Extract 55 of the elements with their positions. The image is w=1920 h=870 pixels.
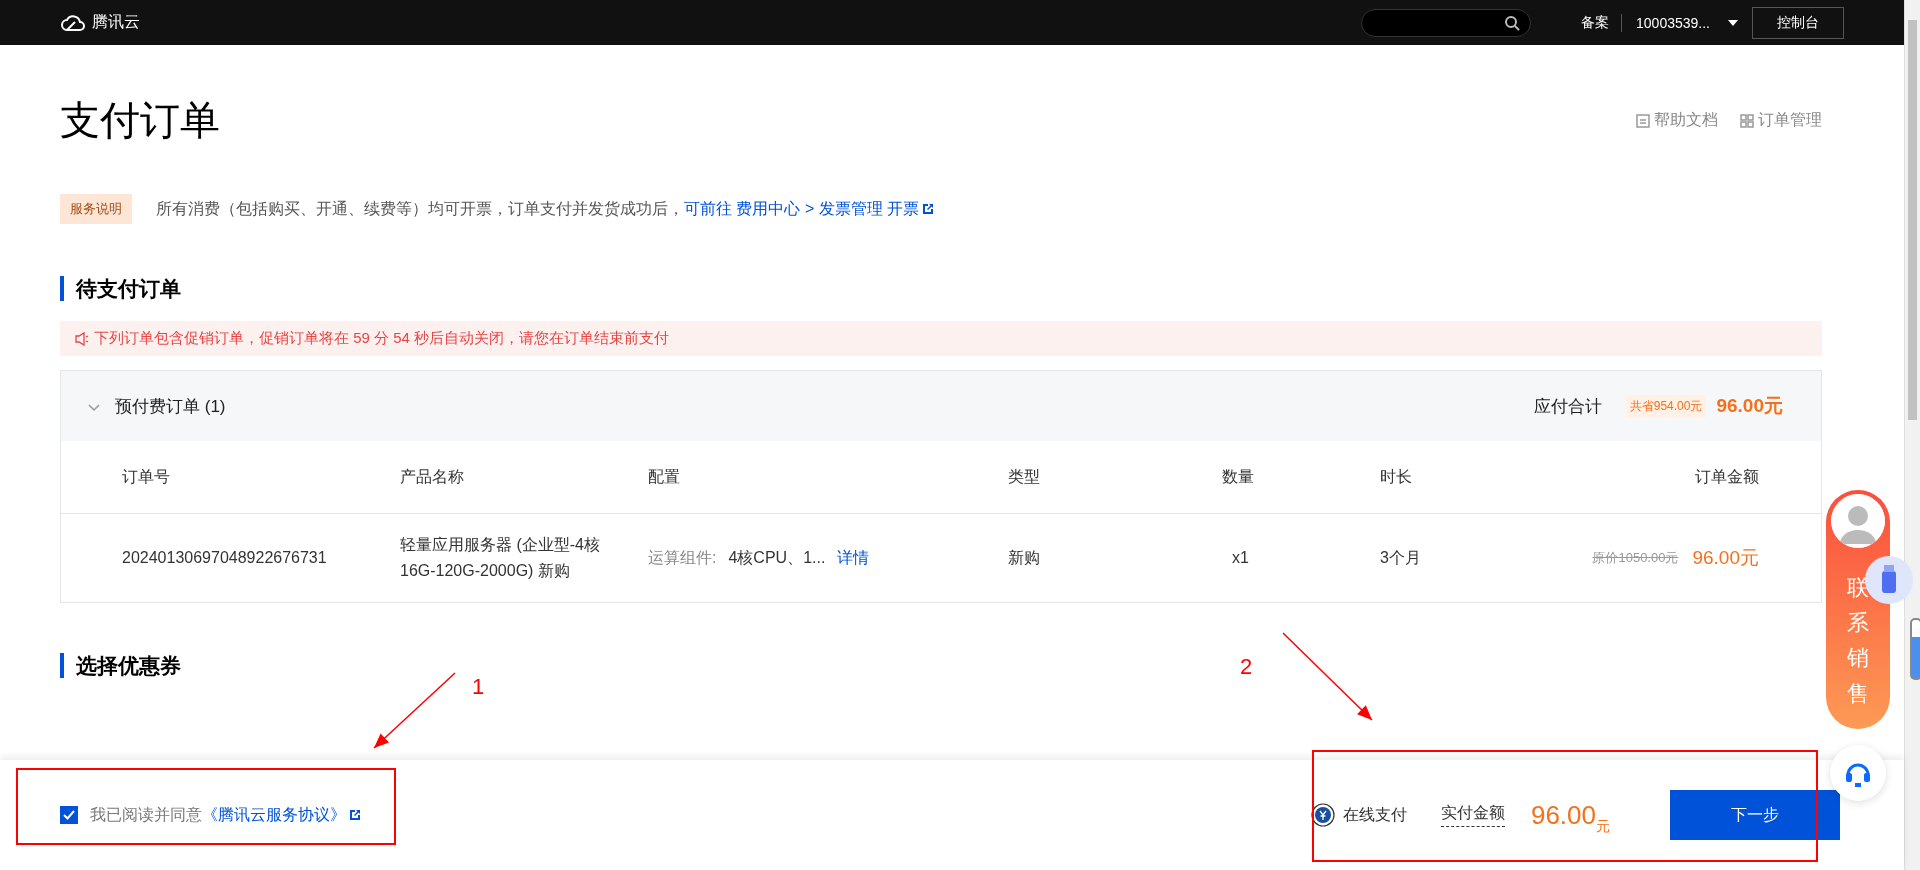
quantity: x1 (1231, 549, 1250, 567)
grid-icon[interactable] (1740, 113, 1754, 128)
annotation-number: 1 (472, 674, 485, 700)
caret-icon[interactable] (1728, 19, 1738, 26)
speaker-icon (74, 330, 90, 347)
column-header: 数量 (1221, 466, 1255, 487)
next-step-button[interactable]: 下一步 (1670, 790, 1840, 840)
search-field[interactable] (1361, 8, 1532, 37)
account-name[interactable]: 10003539... (1636, 14, 1710, 31)
column-header: 订单号 (122, 466, 171, 487)
config-value: 4核CPU、1... (728, 547, 826, 568)
pay-amount: 96.00 (1530, 799, 1596, 831)
total-label: 应付合计 (1533, 395, 1602, 418)
cloud-logo-icon[interactable] (60, 13, 86, 32)
page-title: 支付订单 (60, 97, 221, 144)
savings-tag: 共省954.00元 (1625, 394, 1707, 418)
header-link[interactable]: 订单管理 (1758, 110, 1822, 131)
agreement-link[interactable]: 《腾讯云服务协议》 (202, 804, 346, 826)
avatar-icon (1831, 494, 1885, 548)
details-link[interactable]: 详情 (837, 547, 870, 569)
section-heading: 待支付订单 (60, 276, 1822, 301)
order-amount: 96.00元 (1692, 546, 1759, 570)
agreement-checkbox[interactable] (60, 806, 78, 824)
scroll-indicator[interactable] (1910, 618, 1920, 680)
duration: 3个月 (1379, 547, 1422, 568)
agreement-text: 我已阅读并同意 (90, 804, 202, 825)
column-header: 产品名称 (400, 466, 465, 487)
payment-method: 在线支付 (1342, 804, 1407, 825)
amount-label: 实付金额 (1440, 803, 1505, 827)
external-link-icon[interactable] (349, 809, 361, 821)
currency: 元 (1596, 818, 1610, 836)
nav-link[interactable]: 备案 (1569, 13, 1623, 32)
service-note-text: 所有消费（包括购买、开通、续费等）均可开票，订单支付并发货成功后， (156, 198, 684, 219)
order-group-title[interactable]: 预付费订单 (1) (115, 394, 1534, 418)
scrollbar-thumb[interactable] (1908, 20, 1917, 420)
column-header: 订单金额 (1695, 466, 1759, 487)
service-tag: 服务说明 (60, 194, 132, 224)
order-type: 新购 (1008, 547, 1041, 568)
product-name: 轻量应用服务器 (企业型-4核16G-120G-2000G) 新购 (400, 535, 601, 581)
alert-text: 下列订单包含促销订单，促销订单将在 59 分 54 秒后自动关闭，请您在订单结束前支付 (94, 329, 670, 348)
column-header: 配置 (648, 466, 681, 487)
order-number: 20240130697048922676731 (122, 549, 328, 567)
column-header: 时长 (1379, 466, 1413, 487)
logo-text[interactable]: 腾讯云 (92, 12, 140, 33)
invoice-link[interactable]: 可前往 费用中心 > 发票管理 开票 (684, 198, 920, 220)
console-button[interactable]: 控制台 (1752, 6, 1844, 39)
annotation-number: 2 (1240, 654, 1253, 680)
config-label: 运算组件: (648, 547, 717, 568)
total-amount: 96.00元 (1716, 394, 1783, 418)
original-price: 原价1050.00元 (1592, 549, 1679, 567)
yuan-coin-icon (1310, 803, 1335, 827)
search-icon[interactable] (1504, 14, 1521, 31)
header-link[interactable]: 帮助文档 (1654, 110, 1718, 131)
external-link-icon[interactable] (922, 203, 935, 215)
column-header: 类型 (1008, 466, 1041, 487)
